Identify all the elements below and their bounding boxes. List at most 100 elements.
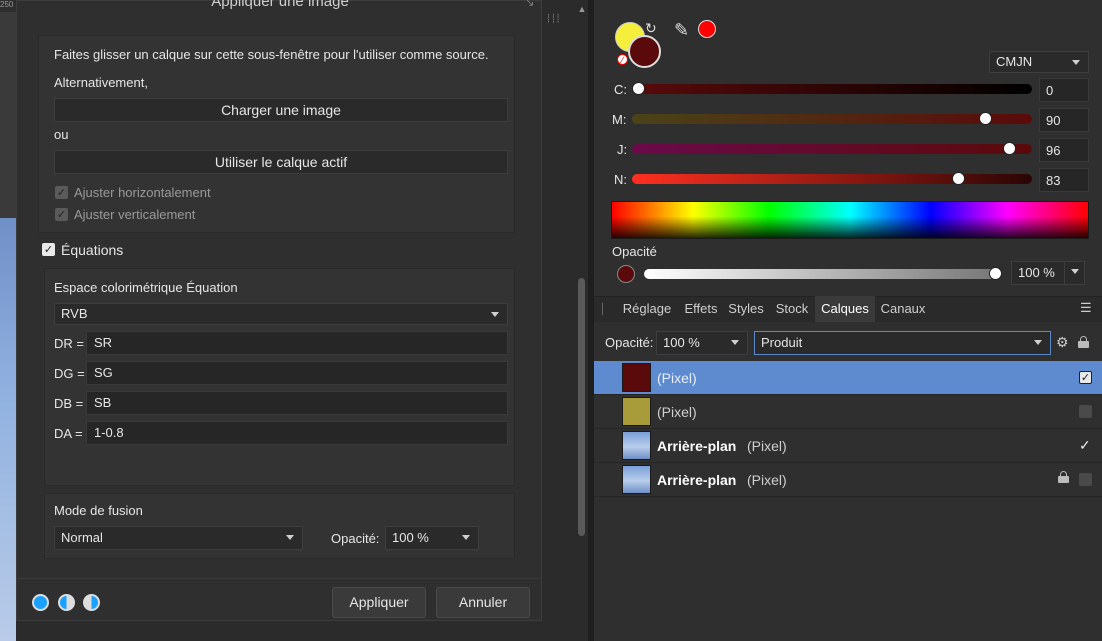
gear-icon[interactable]: ⚙ — [1056, 334, 1069, 351]
layer-row[interactable]: (Pixel) — [594, 395, 1102, 429]
chevron-down-icon — [731, 340, 739, 345]
blend-mode-value: Normal — [61, 530, 103, 545]
equation-field-db[interactable]: SB — [86, 391, 508, 415]
close-icon[interactable]: ⤡ — [519, 0, 537, 8]
fit-vertical-checkbox[interactable]: ✓ — [55, 208, 68, 221]
secondary-color-swatch[interactable] — [628, 35, 661, 68]
ruler: 250 — [0, 0, 16, 12]
blend-mode-label: Mode de fusion — [54, 503, 143, 518]
color-opacity-label: Opacité — [612, 244, 657, 259]
channel-j-slider[interactable] — [632, 144, 1032, 154]
layer-thumbnail — [622, 363, 651, 392]
chevron-down-icon — [1034, 340, 1042, 345]
preview-mirror-icon[interactable] — [83, 594, 100, 611]
ruler-ticks: ┊┊┊ — [546, 14, 561, 23]
chevron-down-icon — [491, 312, 499, 317]
layer-visibility-checkbox[interactable] — [1079, 405, 1092, 418]
color-opacity-handle[interactable] — [989, 267, 1002, 280]
equation-label-da: DA = — [54, 426, 83, 441]
no-color-icon[interactable]: ⁄ — [617, 54, 628, 65]
layer-visibility-checkbox[interactable]: ✓ — [1079, 371, 1092, 384]
use-active-layer-button[interactable]: Utiliser le calque actif — [54, 150, 508, 174]
channel-n-value[interactable]: 83 — [1039, 168, 1089, 192]
chevron-down-icon — [1071, 269, 1079, 274]
apply-image-dialog: Appliquer une image ⤡ Faites glisser un … — [16, 0, 542, 621]
layer-thumbnail — [622, 431, 651, 460]
colorspace-select[interactable]: RVB — [54, 303, 508, 325]
equation-field-da[interactable]: 1-0.8 — [86, 421, 508, 445]
tab-styles[interactable]: Styles — [725, 296, 767, 322]
fit-vertical-label: Ajuster verticalement — [74, 207, 196, 222]
scroll-up-icon[interactable]: ▲ — [577, 4, 587, 14]
chevron-down-icon — [286, 535, 294, 540]
layer-blend-value: Produit — [761, 335, 803, 350]
channel-n-label: N: — [614, 172, 627, 187]
color-picker-icon[interactable]: ✎ — [674, 20, 689, 41]
channel-c-handle[interactable] — [632, 82, 645, 95]
layer-row[interactable]: (Pixel) ✓ — [594, 361, 1102, 395]
opacity-color-swatch — [617, 265, 635, 283]
equation-field-dr[interactable]: SR — [86, 331, 508, 355]
layer-thumbnail — [622, 465, 651, 494]
channel-m-value[interactable]: 90 — [1039, 108, 1089, 132]
layer-visibility-checkbox[interactable]: ✓ — [1079, 437, 1091, 454]
load-image-button[interactable]: Charger une image — [54, 98, 508, 122]
dialog-title: Appliquer une image — [211, 0, 349, 9]
tab-reglage[interactable]: Réglage — [617, 296, 677, 322]
fit-horizontal-checkbox[interactable]: ✓ — [55, 186, 68, 199]
equations-label: Équations — [61, 242, 124, 258]
panel-menu-icon[interactable]: ☰ — [1080, 300, 1092, 316]
preview-full-icon[interactable] — [32, 594, 49, 611]
layer-thumbnail — [622, 397, 651, 426]
color-opacity-slider[interactable] — [644, 269, 996, 279]
fit-horizontal-label: Ajuster horizontalement — [74, 185, 211, 200]
layer-opacity-value: 100 % — [663, 335, 700, 350]
channel-n-slider[interactable] — [632, 174, 1032, 184]
source-group — [38, 35, 515, 233]
color-mode-select[interactable]: CMJN — [989, 51, 1089, 73]
layer-type: (Pixel) — [657, 404, 697, 420]
footer-divider — [17, 578, 541, 579]
layer-name: Arrière-plan — [657, 438, 737, 454]
layer-visibility-checkbox[interactable] — [1079, 473, 1092, 486]
blend-mode-select[interactable]: Normal — [54, 526, 303, 550]
layer-name: Arrière-plan — [657, 472, 737, 488]
tab-stock[interactable]: Stock — [771, 296, 813, 322]
equations-checkbox[interactable]: ✓ — [42, 243, 55, 256]
lock-icon-body — [1078, 341, 1089, 348]
cancel-button[interactable]: Annuler — [436, 587, 530, 618]
channel-c-value[interactable]: 0 — [1039, 78, 1089, 102]
tab-grip — [602, 303, 603, 315]
lock-icon-body — [1058, 476, 1069, 483]
apply-button[interactable]: Appliquer — [332, 587, 426, 618]
scrollbar-thumb[interactable] — [578, 278, 585, 536]
layer-row[interactable]: Arrière-plan (Pixel) — [594, 463, 1102, 497]
channel-m-slider[interactable] — [632, 114, 1032, 124]
preview-split-icon[interactable] — [58, 594, 75, 611]
tab-calques[interactable]: Calques — [815, 296, 875, 322]
color-spectrum[interactable] — [611, 201, 1089, 239]
swap-colors-icon[interactable]: ↻ — [645, 20, 657, 37]
channel-c-label: C: — [614, 82, 627, 97]
equation-field-dg[interactable]: SG — [86, 361, 508, 385]
channel-j-value[interactable]: 96 — [1039, 138, 1089, 162]
tab-effets[interactable]: Effets — [679, 296, 723, 322]
chevron-down-icon — [1072, 60, 1080, 65]
layer-blend-select[interactable]: Produit — [754, 331, 1051, 355]
dialog-opacity-label: Opacité: — [331, 531, 380, 546]
channel-j-handle[interactable] — [1002, 142, 1016, 155]
layer-opacity-select[interactable]: 100 % — [656, 331, 748, 355]
equation-colorspace-label: Espace colorimétrique Équation — [54, 280, 238, 295]
channel-c-slider[interactable] — [632, 84, 1032, 94]
dialog-opacity-value: 100 % — [392, 530, 429, 545]
layer-type: (Pixel) — [657, 370, 697, 386]
color-mode-value: CMJN — [996, 54, 1033, 69]
picker-color-swatch[interactable] — [698, 20, 716, 38]
tab-canaux[interactable]: Canaux — [877, 296, 929, 322]
color-opacity-dropdown[interactable] — [1064, 261, 1085, 285]
color-opacity-value: 100 % — [1018, 265, 1055, 280]
source-hint: Faites glisser un calque sur cette sous-… — [54, 47, 489, 62]
alternatively-label: Alternativement, — [54, 75, 148, 90]
layer-row[interactable]: Arrière-plan (Pixel) ✓ — [594, 429, 1102, 463]
dialog-opacity-select[interactable]: 100 % — [385, 526, 479, 550]
